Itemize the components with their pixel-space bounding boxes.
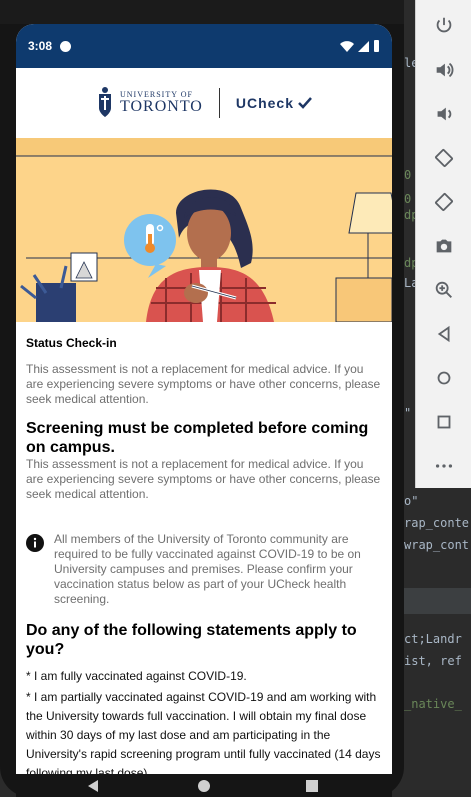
checkmark-icon	[298, 97, 312, 109]
volume-up-icon[interactable]	[424, 50, 464, 90]
app-name-label: UCheck	[235, 95, 294, 111]
header-divider	[218, 88, 220, 118]
rotate-right-icon[interactable]	[424, 182, 464, 222]
volume-down-icon[interactable]	[424, 94, 464, 134]
screening-title: Screening must be completed before comin…	[26, 420, 369, 456]
nav-home-icon[interactable]	[198, 780, 210, 792]
university-big-text: TORONTO	[120, 98, 203, 115]
app-notification-icon	[60, 40, 72, 52]
power-icon[interactable]	[424, 6, 464, 46]
vaccine-notice-text: All members of the University of Toronto…	[54, 532, 361, 606]
vaccine-notice: All members of the University of Toronto…	[26, 532, 382, 607]
ide-code-line: "	[404, 406, 412, 420]
ide-code-line: 0	[404, 192, 412, 206]
screening-content: Status Check-in This assessment is not a…	[16, 322, 392, 774]
app-name: UCheck	[236, 95, 312, 111]
app-header: UNIVERSITY OF TORONTO UCheck	[16, 68, 392, 138]
wifi-icon	[340, 40, 354, 52]
camera-icon[interactable]	[424, 226, 464, 266]
screen-scene: le 0 0 dp dp La " o" rap_conte wrap_cont ct;Landr i…	[0, 0, 471, 797]
hero-illustration	[16, 138, 392, 322]
ide-code-line: rap_conte	[404, 516, 470, 530]
battery-icon	[374, 40, 379, 52]
info-icon	[26, 534, 44, 552]
phone-frame: 3:08 UNIVERSITY OF TORONTO UCheck Status…	[0, 0, 404, 797]
back-icon[interactable]	[424, 314, 464, 354]
more-icon[interactable]	[424, 446, 464, 486]
ide-code-line: ct;Landr	[404, 632, 462, 646]
status-checkin-title: Status Check-in	[26, 336, 117, 350]
navigation-bar	[16, 774, 392, 797]
statement-partially-vaccinated: * I am partially vaccinated against COVI…	[26, 690, 381, 774]
ide-code-line: ist, ref	[404, 654, 462, 668]
disclaimer-text-1: This assessment is not a replacement for…	[26, 362, 381, 406]
emulator-toolbar	[415, 0, 471, 488]
overview-icon[interactable]	[424, 402, 464, 442]
university-logo: UNIVERSITY OF TORONTO	[96, 86, 203, 120]
phone-top-bezel	[0, 0, 404, 24]
zoom-icon[interactable]	[424, 270, 464, 310]
home-icon[interactable]	[424, 358, 464, 398]
nav-back-icon[interactable]	[88, 780, 98, 792]
disclaimer-text-2: This assessment is not a replacement for…	[26, 457, 381, 501]
statement-fully-vaccinated: * I am fully vaccinated against COVID-19…	[26, 669, 247, 683]
ide-code-line: _native_	[404, 697, 462, 711]
signal-icon	[358, 40, 369, 52]
status-bar: 3:08	[16, 24, 392, 68]
phone-screen: 3:08 UNIVERSITY OF TORONTO UCheck Status…	[16, 24, 392, 774]
rotate-left-icon[interactable]	[424, 138, 464, 178]
status-time: 3:08	[28, 39, 53, 53]
ide-code-line: o"	[404, 494, 419, 508]
ide-code-line: wrap_cont	[404, 538, 470, 552]
question-title: Do any of the following statements apply…	[26, 622, 357, 658]
nav-overview-icon[interactable]	[306, 780, 318, 792]
crest-icon	[99, 87, 111, 117]
ide-code-line: 0	[404, 168, 412, 182]
ide-highlight-band	[400, 588, 471, 614]
